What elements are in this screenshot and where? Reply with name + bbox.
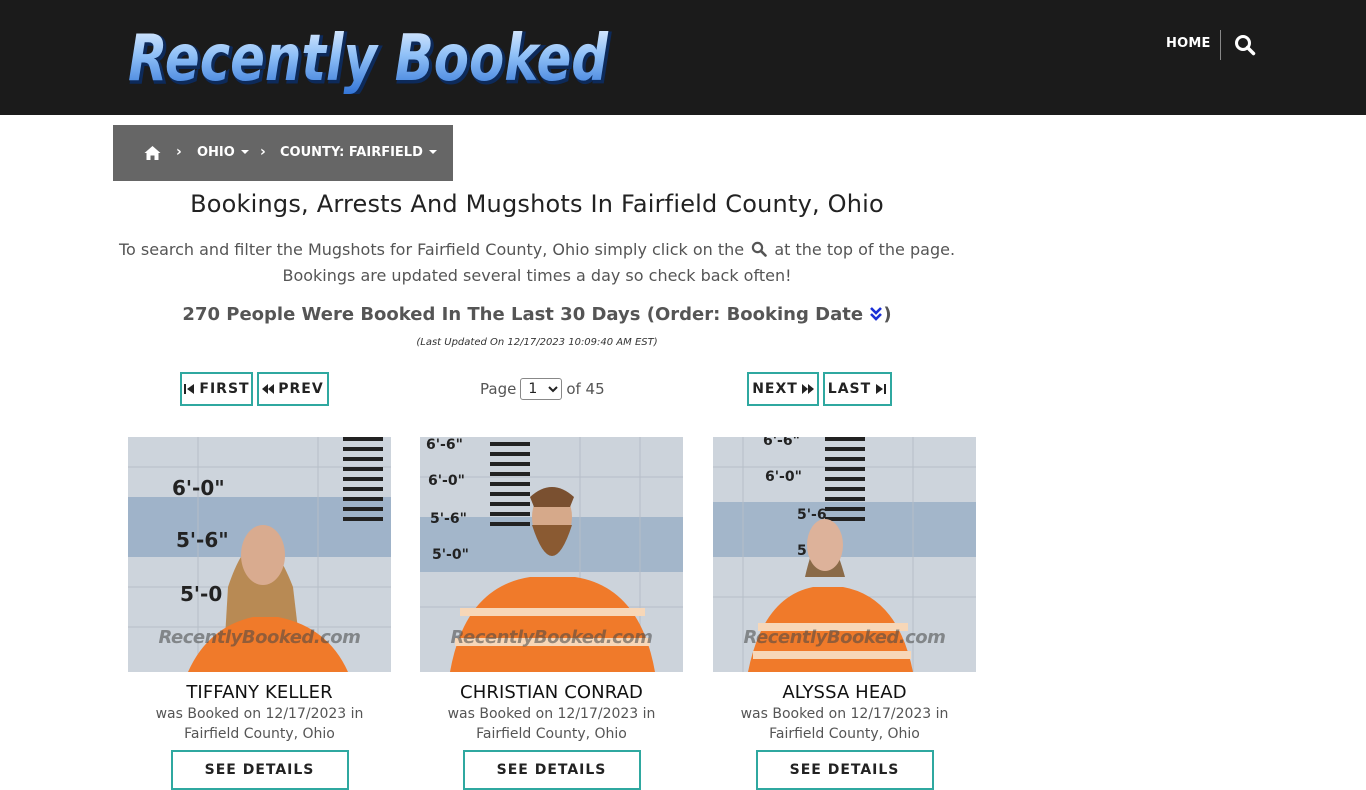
site-logo[interactable]: Recently Booked Recently Booked — [126, 18, 616, 94]
person-name[interactable]: TIFFANY KELLER — [128, 682, 391, 703]
intro-text: To search and filter the Mugshots for Fa… — [113, 237, 961, 289]
last-updated: (Last Updated On 12/17/2023 10:09:40 AM … — [416, 337, 658, 348]
svg-text:5'-6": 5'-6" — [176, 528, 229, 552]
logo-text: Recently Booked — [128, 22, 609, 94]
last-page-label: LAST — [827, 381, 872, 397]
nav-divider — [1220, 30, 1221, 60]
mugshot-image[interactable]: 6'-6" 6'-0" 5'-6" 5'-0" RecentlyBooked.com — [420, 437, 683, 672]
page-word: Page — [480, 380, 517, 398]
page-selector: Page 1 of 45 — [480, 378, 605, 400]
chevron-right-icon: › — [260, 144, 266, 160]
prev-page-label: PREV — [278, 381, 324, 397]
first-page-button[interactable]: FIRST — [180, 372, 253, 406]
step-forward-icon — [876, 384, 887, 394]
breadcrumb-state-label: OHIO — [197, 145, 235, 160]
person-name[interactable]: CHRISTIAN CONRAD — [420, 682, 683, 703]
booking-info: was Booked on 12/17/2023 in Fairfield Co… — [128, 704, 391, 744]
last-page-button[interactable]: LAST — [823, 372, 892, 406]
page-title: Bookings, Arrests And Mugshots In Fairfi… — [190, 190, 884, 218]
site-header: Recently Booked Recently Booked HOME — [0, 0, 1366, 115]
svg-text:5'-0: 5'-0 — [180, 582, 222, 606]
booking-date-line: was Booked on 12/17/2023 in — [447, 706, 656, 722]
mugshot-image[interactable]: 6'-6"6'-0"5'-65'-0 RecentlyBooked.com — [713, 437, 976, 672]
booking-count-close: ) — [883, 304, 892, 325]
see-details-button[interactable]: SEE DETAILS — [170, 750, 349, 790]
svg-text:6'-0": 6'-0" — [428, 473, 465, 489]
next-page-button[interactable]: NEXT — [747, 372, 819, 406]
see-details-button[interactable]: SEE DETAILS — [462, 750, 641, 790]
intro-text-before: To search and filter the Mugshots for Fa… — [118, 240, 745, 259]
booking-card: 6'-6"6'-0"5'-65'-0 RecentlyBooked.com AL… — [713, 437, 976, 790]
svg-text:5'-6": 5'-6" — [430, 511, 467, 527]
booking-count: 270 People Were Booked In The Last 30 Da… — [113, 304, 961, 325]
chevron-right-icon: › — [176, 144, 182, 160]
caret-down-icon — [240, 149, 249, 154]
forward-icon — [801, 384, 814, 394]
page-total: of 45 — [566, 380, 605, 398]
booking-card: 6'-6" 6'-0" 5'-6" 5'-0" RecentlyBooked.com … — [420, 437, 683, 790]
breadcrumb-county-dropdown[interactable]: COUNTY: FAIRFIELD — [280, 145, 437, 160]
booking-location-line: Fairfield County, Ohio — [769, 726, 920, 742]
watermark-text: RecentlyBooked.com — [158, 627, 361, 648]
next-page-label: NEXT — [752, 381, 798, 397]
svg-text:6'-6": 6'-6" — [763, 437, 800, 449]
booking-date-line: was Booked on 12/17/2023 in — [740, 706, 949, 722]
watermark-text: RecentlyBooked.com — [743, 627, 946, 648]
booking-location-line: Fairfield County, Ohio — [476, 726, 627, 742]
svg-text:6'-0": 6'-0" — [172, 476, 225, 500]
search-icon[interactable] — [1234, 34, 1256, 56]
booking-info: was Booked on 12/17/2023 in Fairfield Co… — [420, 704, 683, 744]
booking-count-text: 270 People Were Booked In The Last 30 Da… — [182, 304, 864, 325]
double-chevron-down-icon[interactable] — [869, 306, 883, 322]
booking-info: was Booked on 12/17/2023 in Fairfield Co… — [713, 704, 976, 744]
breadcrumb-county-label: COUNTY: FAIRFIELD — [280, 145, 423, 160]
booking-date-line: was Booked on 12/17/2023 in — [155, 706, 364, 722]
see-details-button[interactable]: SEE DETAILS — [755, 750, 934, 790]
mugshot-image[interactable]: 6'-0" 5'-6" 5'-0 RecentlyBooked.com — [128, 437, 391, 672]
person-name[interactable]: ALYSSA HEAD — [713, 682, 976, 703]
prev-page-button[interactable]: PREV — [257, 372, 329, 406]
first-page-label: FIRST — [199, 381, 250, 397]
svg-text:5'-0": 5'-0" — [432, 547, 469, 563]
search-icon — [751, 239, 768, 257]
breadcrumb: › OHIO › COUNTY: FAIRFIELD — [113, 125, 453, 181]
logo-graphic: Recently Booked Recently Booked — [128, 22, 612, 94]
home-icon[interactable] — [144, 145, 161, 161]
step-backward-icon — [184, 384, 195, 394]
breadcrumb-state-dropdown[interactable]: OHIO — [197, 145, 249, 160]
backward-icon — [262, 384, 275, 394]
svg-text:6'-0": 6'-0" — [765, 469, 802, 485]
booking-location-line: Fairfield County, Ohio — [184, 726, 335, 742]
watermark-text: RecentlyBooked.com — [450, 627, 653, 648]
caret-down-icon — [428, 149, 437, 154]
svg-text:6'-6": 6'-6" — [426, 437, 463, 453]
nav-home-link[interactable]: HOME — [1166, 36, 1211, 51]
page-select[interactable]: 1 — [520, 378, 563, 400]
booking-card: 6'-0" 5'-6" 5'-0 RecentlyBooked.com TIFFAN… — [128, 437, 391, 790]
